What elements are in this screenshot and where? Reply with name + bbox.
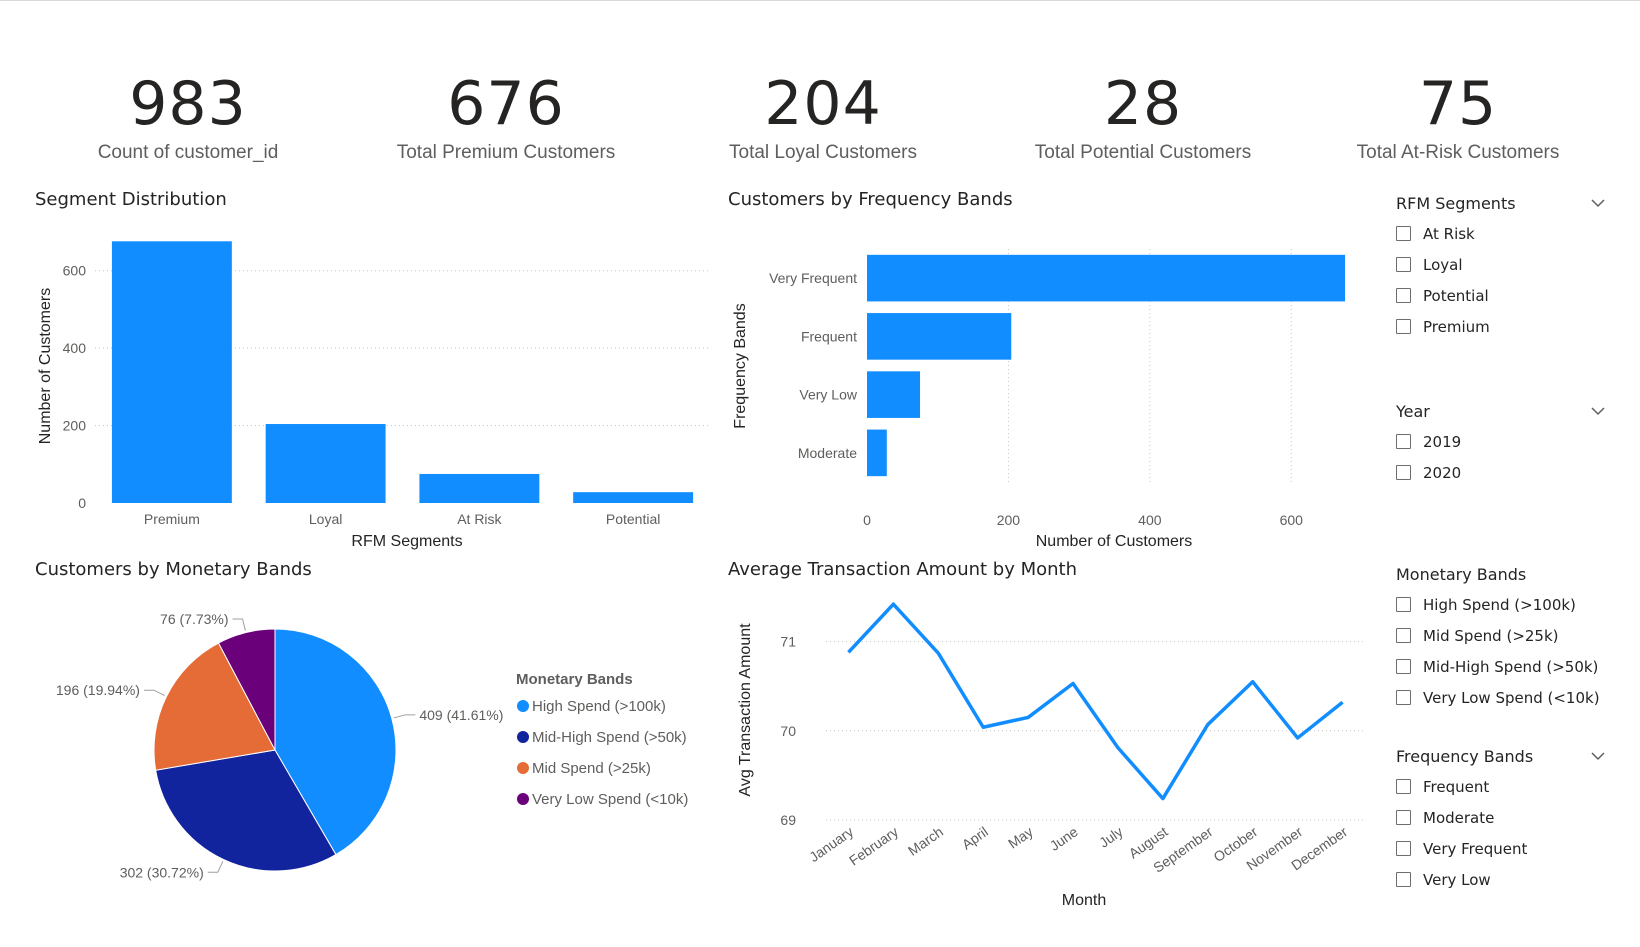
slicer-option-label: Loyal	[1423, 255, 1463, 274]
slicer-option[interactable]: Frequent	[1396, 771, 1606, 802]
legend-label: Mid-High Spend (>50k)	[532, 729, 687, 746]
slicer-option[interactable]: High Spend (>100k)	[1396, 589, 1606, 620]
y-tick-label: 69	[780, 812, 796, 828]
y-tick-label: 71	[780, 634, 796, 650]
checkbox-icon[interactable]	[1396, 628, 1411, 643]
legend-marker	[517, 731, 529, 743]
x-tick-label: March	[905, 823, 946, 858]
slicer-option-label: Very Frequent	[1423, 839, 1528, 858]
pie-data-label: 302 (30.72%)	[120, 864, 204, 880]
x-tick-label: 600	[1280, 512, 1304, 528]
pie-leader-line	[393, 714, 416, 719]
slicer-monetary-bands[interactable]: Monetary Bands High Spend (>100k) Mid Sp…	[1396, 563, 1606, 713]
slicer-option-label: Potential	[1423, 286, 1489, 305]
slicer-title: RFM Segments	[1396, 193, 1516, 213]
bar	[867, 429, 887, 477]
checkbox-icon[interactable]	[1396, 597, 1411, 612]
checkbox-icon[interactable]	[1396, 690, 1411, 705]
pie-data-label: 196 (19.94%)	[56, 682, 140, 698]
x-tick-label: 200	[997, 512, 1021, 528]
y-tick-label: Moderate	[798, 445, 857, 461]
slicer-rfm-segments[interactable]: RFM Segments At Risk Loyal Potential Pre…	[1396, 192, 1606, 342]
slicer-option[interactable]: Very Frequent	[1396, 833, 1606, 864]
slicer-option-label: 2020	[1423, 463, 1462, 482]
x-tick-label: February	[846, 823, 901, 868]
slicer-option-label: At Risk	[1423, 224, 1475, 243]
slicer-option-label: Moderate	[1423, 808, 1495, 827]
slicer-option-label: Premium	[1423, 317, 1490, 336]
slicer-option-label: Frequent	[1423, 777, 1490, 796]
y-tick-label: Very Low	[799, 387, 857, 403]
series-line	[847, 602, 1344, 801]
slicer-option[interactable]: Moderate	[1396, 802, 1606, 833]
y-axis-title: Frequency Bands	[732, 303, 749, 428]
slicer-option[interactable]: Very Low Spend (<10k)	[1396, 682, 1606, 713]
slicer-option-label: Mid Spend (>25k)	[1423, 626, 1559, 645]
legend-label: Mid Spend (>25k)	[532, 760, 651, 777]
checkbox-icon[interactable]	[1396, 841, 1411, 856]
slicer-option[interactable]: Potential	[1396, 280, 1606, 311]
monetary-bands-pie-chart[interactable]: 409 (41.61%) 302 (30.72%) 196 (19.94%) 76 (…	[0, 560, 720, 890]
pie-leader-line	[232, 618, 246, 631]
legend-marker	[517, 700, 529, 712]
pie-leader-line	[207, 861, 224, 873]
legend-label: Very Low Spend (<10k)	[532, 791, 688, 808]
checkbox-icon[interactable]	[1396, 659, 1411, 674]
checkbox-icon[interactable]	[1396, 226, 1411, 241]
bar	[867, 371, 921, 418]
chevron-down-icon[interactable]	[1590, 748, 1606, 764]
checkbox-icon[interactable]	[1396, 779, 1411, 794]
legend-marker	[517, 762, 529, 774]
slicer-title: Year	[1396, 401, 1430, 421]
slicer-option[interactable]: Very Low	[1396, 864, 1606, 895]
legend-title: Monetary Bands	[516, 671, 633, 688]
avg-transaction-line-chart[interactable]: 697071JanuaryFebruary March April May June Ju…	[720, 560, 1380, 930]
slicer-option-label: Very Low	[1423, 870, 1491, 889]
slicer-title: Frequency Bands	[1396, 746, 1534, 766]
pie-data-label: 409 (41.61%)	[419, 707, 503, 723]
checkbox-icon[interactable]	[1396, 288, 1411, 303]
checkbox-icon[interactable]	[1396, 465, 1411, 480]
slicer-title: Monetary Bands	[1396, 564, 1527, 584]
slicer-option[interactable]: 2019	[1396, 426, 1606, 457]
pie-data-label: 76 (7.73%)	[160, 611, 228, 627]
x-axis-title: Number of Customers	[1036, 533, 1193, 550]
slicer-option[interactable]: Premium	[1396, 311, 1606, 342]
slicer-option-label: 2019	[1423, 432, 1462, 451]
slicer-option-label: Mid-High Spend (>50k)	[1423, 657, 1599, 676]
x-tick-label: May	[1005, 823, 1036, 851]
x-tick-label: July	[1096, 823, 1126, 850]
slicer-option[interactable]: Mid-High Spend (>50k)	[1396, 651, 1606, 682]
checkbox-icon[interactable]	[1396, 434, 1411, 449]
x-tick-label: June	[1047, 823, 1081, 854]
checkbox-icon[interactable]	[1396, 872, 1411, 887]
y-axis-title: Avg Transaction Amount	[737, 623, 754, 797]
x-axis-title: Month	[1062, 892, 1106, 909]
slicer-option[interactable]: Loyal	[1396, 249, 1606, 280]
checkbox-icon[interactable]	[1396, 810, 1411, 825]
pie-leader-line	[143, 689, 165, 696]
frequency-bands-chart[interactable]: 0 200 400 600 Very Frequent Frequent Very Low M…	[0, 0, 1380, 560]
slicer-option[interactable]: Mid Spend (>25k)	[1396, 620, 1606, 651]
slicer-option[interactable]: At Risk	[1396, 218, 1606, 249]
slicer-year[interactable]: Year 2019 2020	[1396, 400, 1606, 488]
x-tick-label: April	[959, 823, 991, 852]
y-tick-label: Frequent	[801, 328, 857, 344]
checkbox-icon[interactable]	[1396, 319, 1411, 334]
slicer-option-label: Very Low Spend (<10k)	[1423, 688, 1600, 707]
bar	[867, 313, 1012, 360]
y-tick-label: Very Frequent	[769, 270, 857, 286]
bar	[867, 254, 1346, 302]
chevron-down-icon[interactable]	[1590, 195, 1606, 211]
slicer-option[interactable]: 2020	[1396, 457, 1606, 488]
chevron-down-icon[interactable]	[1590, 403, 1606, 419]
slicer-frequency-bands[interactable]: Frequency Bands Frequent Moderate Very F…	[1396, 745, 1606, 895]
y-tick-label: 70	[780, 723, 796, 739]
legend-marker	[517, 793, 529, 805]
legend-label: High Spend (>100k)	[532, 698, 666, 715]
x-tick-label: 0	[863, 512, 871, 528]
x-tick-label: 400	[1138, 512, 1162, 528]
slicer-option-label: High Spend (>100k)	[1423, 595, 1576, 614]
checkbox-icon[interactable]	[1396, 257, 1411, 272]
